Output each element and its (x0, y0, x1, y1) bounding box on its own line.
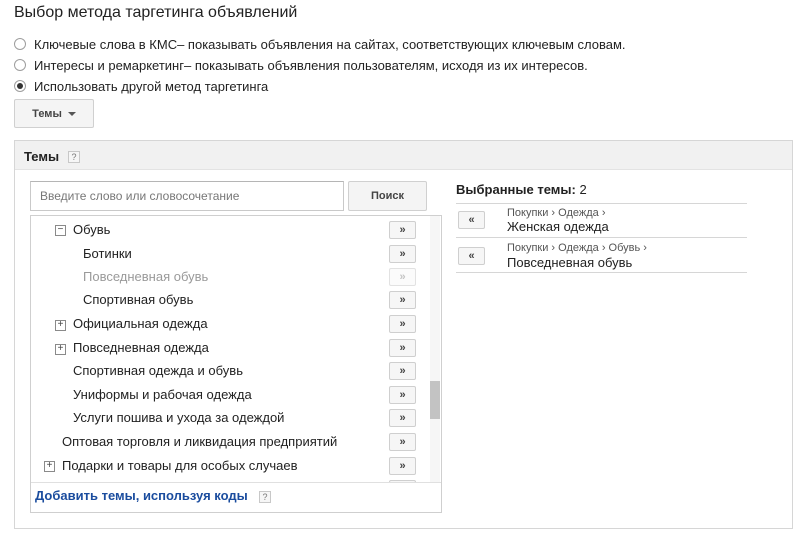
add-topic-button[interactable]: » (389, 386, 416, 404)
expand-icon[interactable]: + (55, 344, 66, 355)
add-topic-button-disabled: » (389, 268, 416, 286)
tree-scrollbar-track[interactable] (430, 216, 440, 482)
collapse-icon[interactable]: − (55, 225, 66, 236)
divider (456, 237, 747, 238)
caret-down-icon (67, 111, 76, 116)
tree-item-label[interactable]: Униформы и рабочая одежда (73, 387, 252, 402)
remove-topic-button[interactable]: « (458, 211, 485, 229)
radio-button[interactable] (14, 38, 26, 50)
selected-topics-heading: Выбранные темы: 2 (456, 182, 587, 197)
selected-topics-count: 2 (579, 182, 587, 197)
divider (456, 272, 747, 273)
expand-icon[interactable]: + (55, 320, 66, 331)
radio-option-interests[interactable]: Интересы и ремаркетинг – показывать объя… (14, 56, 588, 74)
add-topic-button[interactable]: » (389, 339, 416, 357)
radio-button[interactable] (14, 59, 26, 71)
radio-label: Ключевые слова в КМС (34, 36, 178, 52)
radio-option-other[interactable]: Использовать другой метод таргетинга (14, 77, 268, 95)
radio-label: Использовать другой метод таргетинга (34, 78, 269, 94)
tree-item-label[interactable]: Оптовая торговля и ликвидация предприяти… (62, 434, 337, 449)
search-button[interactable]: Поиск (348, 181, 427, 211)
tree-item-label[interactable]: Обувь (73, 222, 110, 237)
topic-tree: − Обувь » Ботинки » Повседневная обувь »… (30, 215, 442, 513)
divider (31, 482, 441, 483)
tree-item-label[interactable]: Услуги пошива и ухода за одеждой (73, 410, 284, 425)
selected-topic-name: Женская одежда (507, 219, 609, 234)
radio-label: Интересы и ремаркетинг (34, 57, 184, 73)
radio-button-selected[interactable] (14, 80, 26, 92)
add-topics-by-codes-link[interactable]: Добавить темы, используя коды (35, 488, 248, 503)
method-dropdown[interactable]: Темы (14, 99, 94, 128)
selected-topics-label: Выбранные темы: (456, 182, 576, 197)
radio-option-keywords[interactable]: Ключевые слова в КМС – показывать объявл… (14, 35, 626, 53)
page-title: Выбор метода таргетинга объявлений (14, 4, 298, 21)
tree-item-label[interactable]: Спортивная обувь (83, 292, 193, 307)
selected-topic-name: Повседневная обувь (507, 255, 633, 270)
panel-header (15, 141, 792, 170)
tree-item-label[interactable]: Спортивная одежда и обувь (73, 363, 243, 378)
add-topic-button[interactable]: » (389, 457, 416, 475)
selected-topic-path: Покупки › Одежда › Обувь › (507, 242, 647, 254)
help-icon[interactable]: ? (259, 491, 271, 503)
add-topic-button[interactable]: » (389, 221, 416, 239)
add-topic-button[interactable]: » (389, 245, 416, 263)
panel-title: Темы (24, 149, 60, 164)
tree-item-label[interactable]: Официальная одежда (73, 316, 208, 331)
tree-item-label[interactable]: Повседневная одежда (73, 340, 209, 355)
radio-description: – показывать объявления на сайтах, соотв… (177, 36, 626, 52)
selected-topic-path: Покупки › Одежда › (507, 207, 606, 219)
tree-item-label[interactable]: Ботинки (83, 246, 132, 261)
help-icon[interactable]: ? (68, 151, 80, 163)
tree-item-label[interactable]: Подарки и товары для особых случаев (62, 458, 298, 473)
dropdown-label: Темы (32, 107, 62, 120)
add-topic-button[interactable]: » (389, 409, 416, 427)
remove-topic-button[interactable]: « (458, 247, 485, 265)
add-topic-button[interactable]: » (389, 291, 416, 309)
search-input[interactable] (30, 181, 344, 211)
tree-item-label-disabled: Повседневная обувь (83, 269, 209, 284)
add-topic-button[interactable]: » (389, 362, 416, 380)
divider (456, 203, 747, 204)
add-topic-button[interactable]: » (389, 433, 416, 451)
tree-scrollbar-thumb[interactable] (430, 381, 440, 419)
radio-description: – показывать объявления пользователям, и… (183, 57, 588, 73)
add-topic-button[interactable]: » (389, 315, 416, 333)
expand-icon[interactable]: + (44, 461, 55, 472)
